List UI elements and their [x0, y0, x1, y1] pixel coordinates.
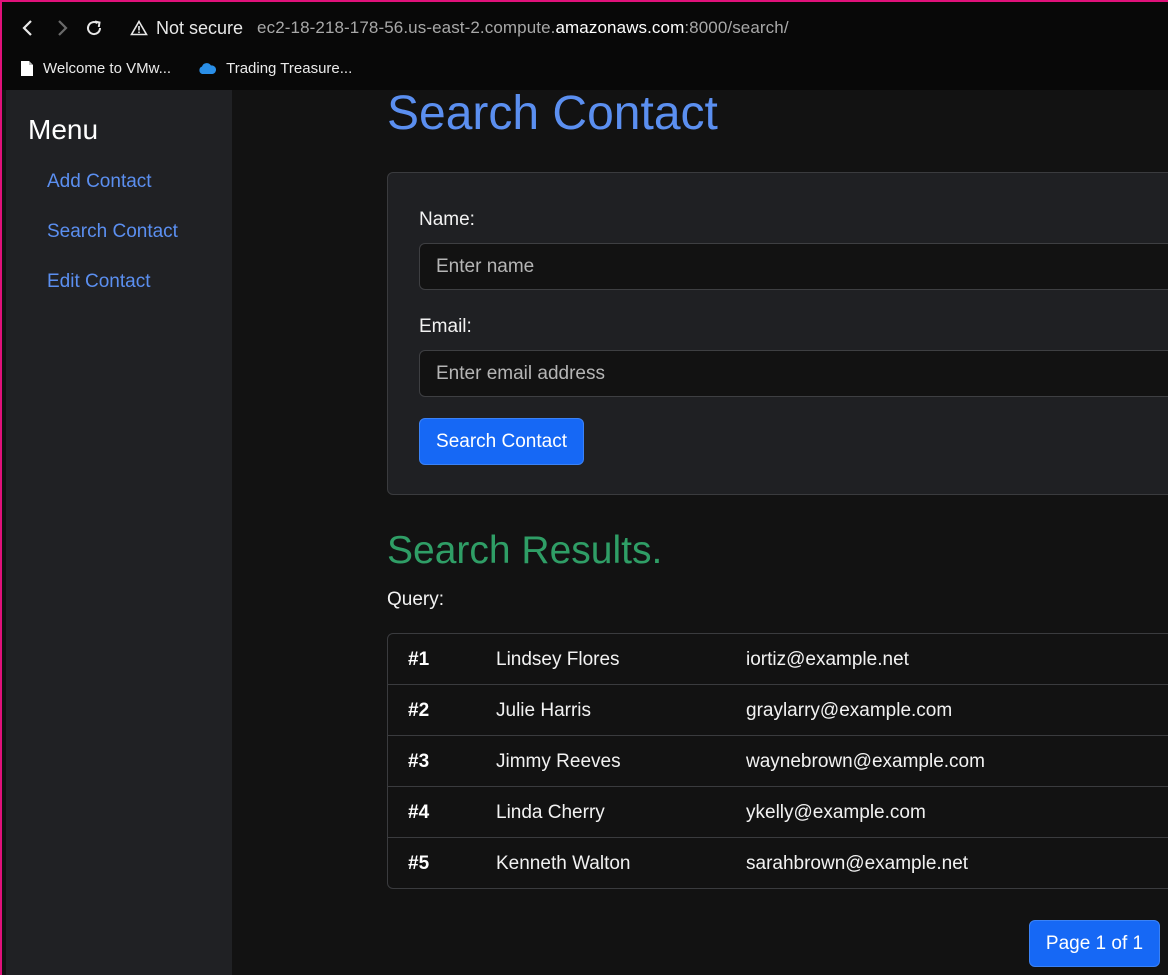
forward-arrow-icon	[58, 20, 68, 36]
url-suffix: :8000/search/	[684, 18, 789, 37]
page-title: Search Contact	[387, 87, 718, 140]
sidebar-item-edit-contact[interactable]: Edit Contact	[47, 271, 151, 293]
result-name: Julie Harris	[496, 700, 592, 721]
bookmark-item[interactable]: Welcome to VMw...	[20, 60, 171, 77]
result-email: graylarry@example.com	[746, 700, 953, 721]
sidebar: Menu Add Contact Search Contact Edit Con…	[6, 90, 232, 975]
result-index: #2	[408, 700, 430, 721]
bookmarks-bar: Welcome to VMw... Trading Treasure...	[20, 56, 378, 80]
url-host: amazonaws.com	[555, 18, 685, 37]
security-label: Not secure	[156, 17, 244, 38]
cloud-icon	[199, 62, 217, 74]
result-name: Linda Cherry	[496, 802, 605, 823]
bookmark-label: Trading Treasure...	[226, 59, 353, 77]
sidebar-title: Menu	[28, 114, 99, 145]
back-arrow-icon	[22, 20, 32, 36]
bookmark-item[interactable]: Trading Treasure...	[197, 60, 352, 77]
result-name: Kenneth Walton	[496, 853, 631, 874]
address-bar[interactable]: Not secure ec2-18-218-178-56.us-east-2.c…	[130, 14, 789, 42]
email-label: Email:	[419, 316, 472, 337]
name-label: Name:	[419, 209, 475, 230]
result-row: #2 Julie Harris graylarry@example.com	[388, 685, 1168, 736]
query-label: Query:	[387, 589, 445, 610]
result-row: #3 Jimmy Reeves waynebrown@example.com	[388, 736, 1168, 787]
result-email: waynebrown@example.com	[746, 751, 985, 772]
url-text: ec2-18-218-178-56.us-east-2.compute.amaz…	[257, 18, 789, 38]
warning-icon	[130, 20, 148, 36]
document-icon	[21, 60, 33, 76]
browser-window: Not secure ec2-18-218-178-56.us-east-2.c…	[0, 0, 1168, 975]
forward-button[interactable]	[50, 16, 74, 40]
result-index: #1	[408, 649, 430, 670]
sidebar-item-add-contact[interactable]: Add Contact	[47, 171, 152, 193]
search-form: Name: Email: Search Contact	[387, 172, 1168, 495]
result-index: #4	[408, 802, 430, 823]
result-index: #5	[408, 853, 430, 874]
email-input[interactable]	[419, 350, 1168, 397]
results-title: Search Results.	[387, 529, 663, 572]
reload-button[interactable]	[82, 16, 106, 40]
result-index: #3	[408, 751, 430, 772]
reload-icon	[87, 20, 102, 36]
result-row: #4 Linda Cherry ykelly@example.com	[388, 787, 1168, 838]
browser-toolbar: Not secure ec2-18-218-178-56.us-east-2.c…	[2, 2, 1168, 90]
search-contact-button[interactable]: Search Contact	[419, 418, 584, 465]
result-email: iortiz@example.net	[746, 649, 909, 670]
name-input[interactable]	[419, 243, 1168, 290]
back-button[interactable]	[16, 16, 40, 40]
result-row: #5 Kenneth Walton sarahbrown@example.net	[388, 838, 1168, 888]
sidebar-item-search-contact[interactable]: Search Contact	[47, 221, 178, 243]
result-name: Jimmy Reeves	[496, 751, 621, 772]
url-prefix: ec2-18-218-178-56.us-east-2.compute.	[257, 18, 556, 37]
pagination-button[interactable]: Page 1 of 1	[1029, 920, 1160, 967]
result-row: #1 Lindsey Flores iortiz@example.net	[388, 634, 1168, 685]
result-email: sarahbrown@example.net	[746, 853, 969, 874]
result-name: Lindsey Flores	[496, 649, 620, 670]
result-email: ykelly@example.com	[746, 802, 926, 823]
results-list: #1 Lindsey Flores iortiz@example.net #2 …	[387, 633, 1168, 889]
bookmark-label: Welcome to VMw...	[43, 59, 172, 77]
